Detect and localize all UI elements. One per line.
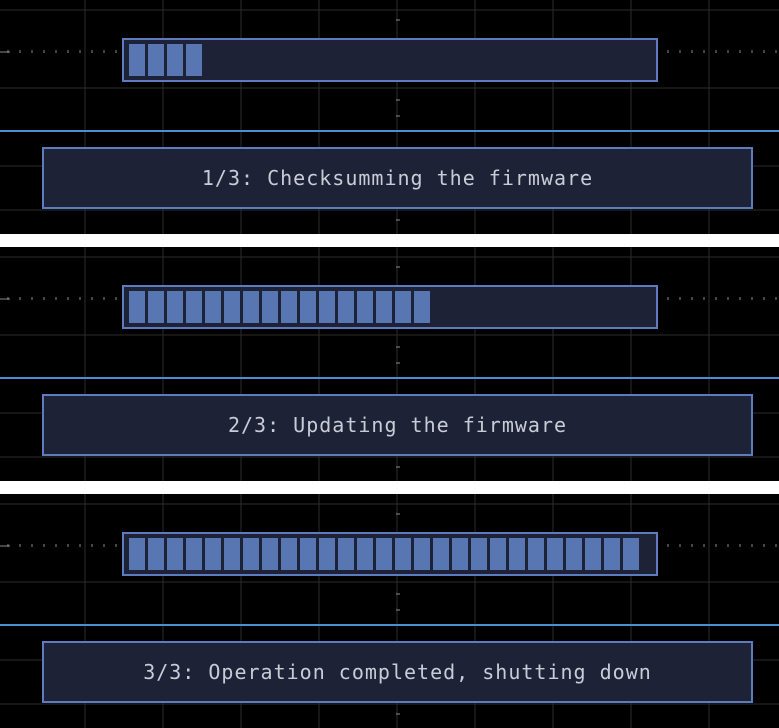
progress-segment	[224, 291, 240, 323]
progress-segment	[243, 538, 259, 570]
progress-segment	[547, 538, 563, 570]
progress-segment	[585, 538, 601, 570]
progress-segment	[452, 538, 468, 570]
progress-segment	[186, 44, 202, 76]
status-message: 2/3: Updating the firmware	[227, 413, 568, 437]
step-panel-3: 3/3: Operation completed, shutting down	[0, 494, 779, 728]
status-message-box: 1/3: Checksumming the firmware	[42, 147, 753, 209]
progress-segment	[395, 538, 411, 570]
divider-line	[0, 624, 779, 626]
progress-segment	[509, 538, 525, 570]
progress-segment	[414, 538, 430, 570]
progress-bar	[122, 285, 658, 329]
progress-segment	[148, 538, 164, 570]
progress-segment	[338, 291, 354, 323]
step-panel-2: 2/3: Updating the firmware	[0, 247, 779, 481]
progress-segment	[243, 291, 259, 323]
progress-segment	[167, 291, 183, 323]
progress-segment	[281, 538, 297, 570]
divider-line	[0, 130, 779, 132]
progress-segment	[471, 538, 487, 570]
status-message-box: 3/3: Operation completed, shutting down	[42, 641, 753, 703]
progress-segment	[186, 538, 202, 570]
progress-segment	[528, 538, 544, 570]
progress-segment	[490, 538, 506, 570]
progress-segment	[376, 538, 392, 570]
progress-segment	[205, 291, 221, 323]
progress-segment	[186, 291, 202, 323]
progress-segment	[357, 538, 373, 570]
progress-bar	[122, 38, 658, 82]
status-message-box: 2/3: Updating the firmware	[42, 394, 753, 456]
progress-segment	[129, 44, 145, 76]
progress-segment	[205, 538, 221, 570]
progress-segment	[148, 44, 164, 76]
status-message: 1/3: Checksumming the firmware	[201, 166, 594, 190]
progress-segment	[338, 538, 354, 570]
progress-segment	[167, 538, 183, 570]
progress-segment	[433, 538, 449, 570]
progress-segment	[319, 291, 335, 323]
progress-segment	[376, 291, 392, 323]
progress-bar	[122, 532, 658, 576]
progress-segment	[414, 291, 430, 323]
progress-segment	[395, 291, 411, 323]
progress-segment	[357, 291, 373, 323]
progress-segments	[129, 538, 639, 570]
progress-segment	[129, 538, 145, 570]
progress-segment	[604, 538, 620, 570]
progress-segments	[129, 44, 202, 76]
progress-segment	[623, 538, 639, 570]
progress-segment	[224, 538, 240, 570]
progress-segment	[566, 538, 582, 570]
status-message: 3/3: Operation completed, shutting down	[143, 660, 652, 684]
step-panel-1: 1/3: Checksumming the firmware	[0, 0, 779, 234]
progress-segment	[300, 291, 316, 323]
progress-segment	[148, 291, 164, 323]
progress-segment	[167, 44, 183, 76]
progress-segment	[319, 538, 335, 570]
progress-segments	[129, 291, 430, 323]
divider-line	[0, 377, 779, 379]
progress-segment	[262, 538, 278, 570]
progress-segment	[129, 291, 145, 323]
progress-segment	[300, 538, 316, 570]
progress-segment	[262, 291, 278, 323]
progress-segment	[281, 291, 297, 323]
